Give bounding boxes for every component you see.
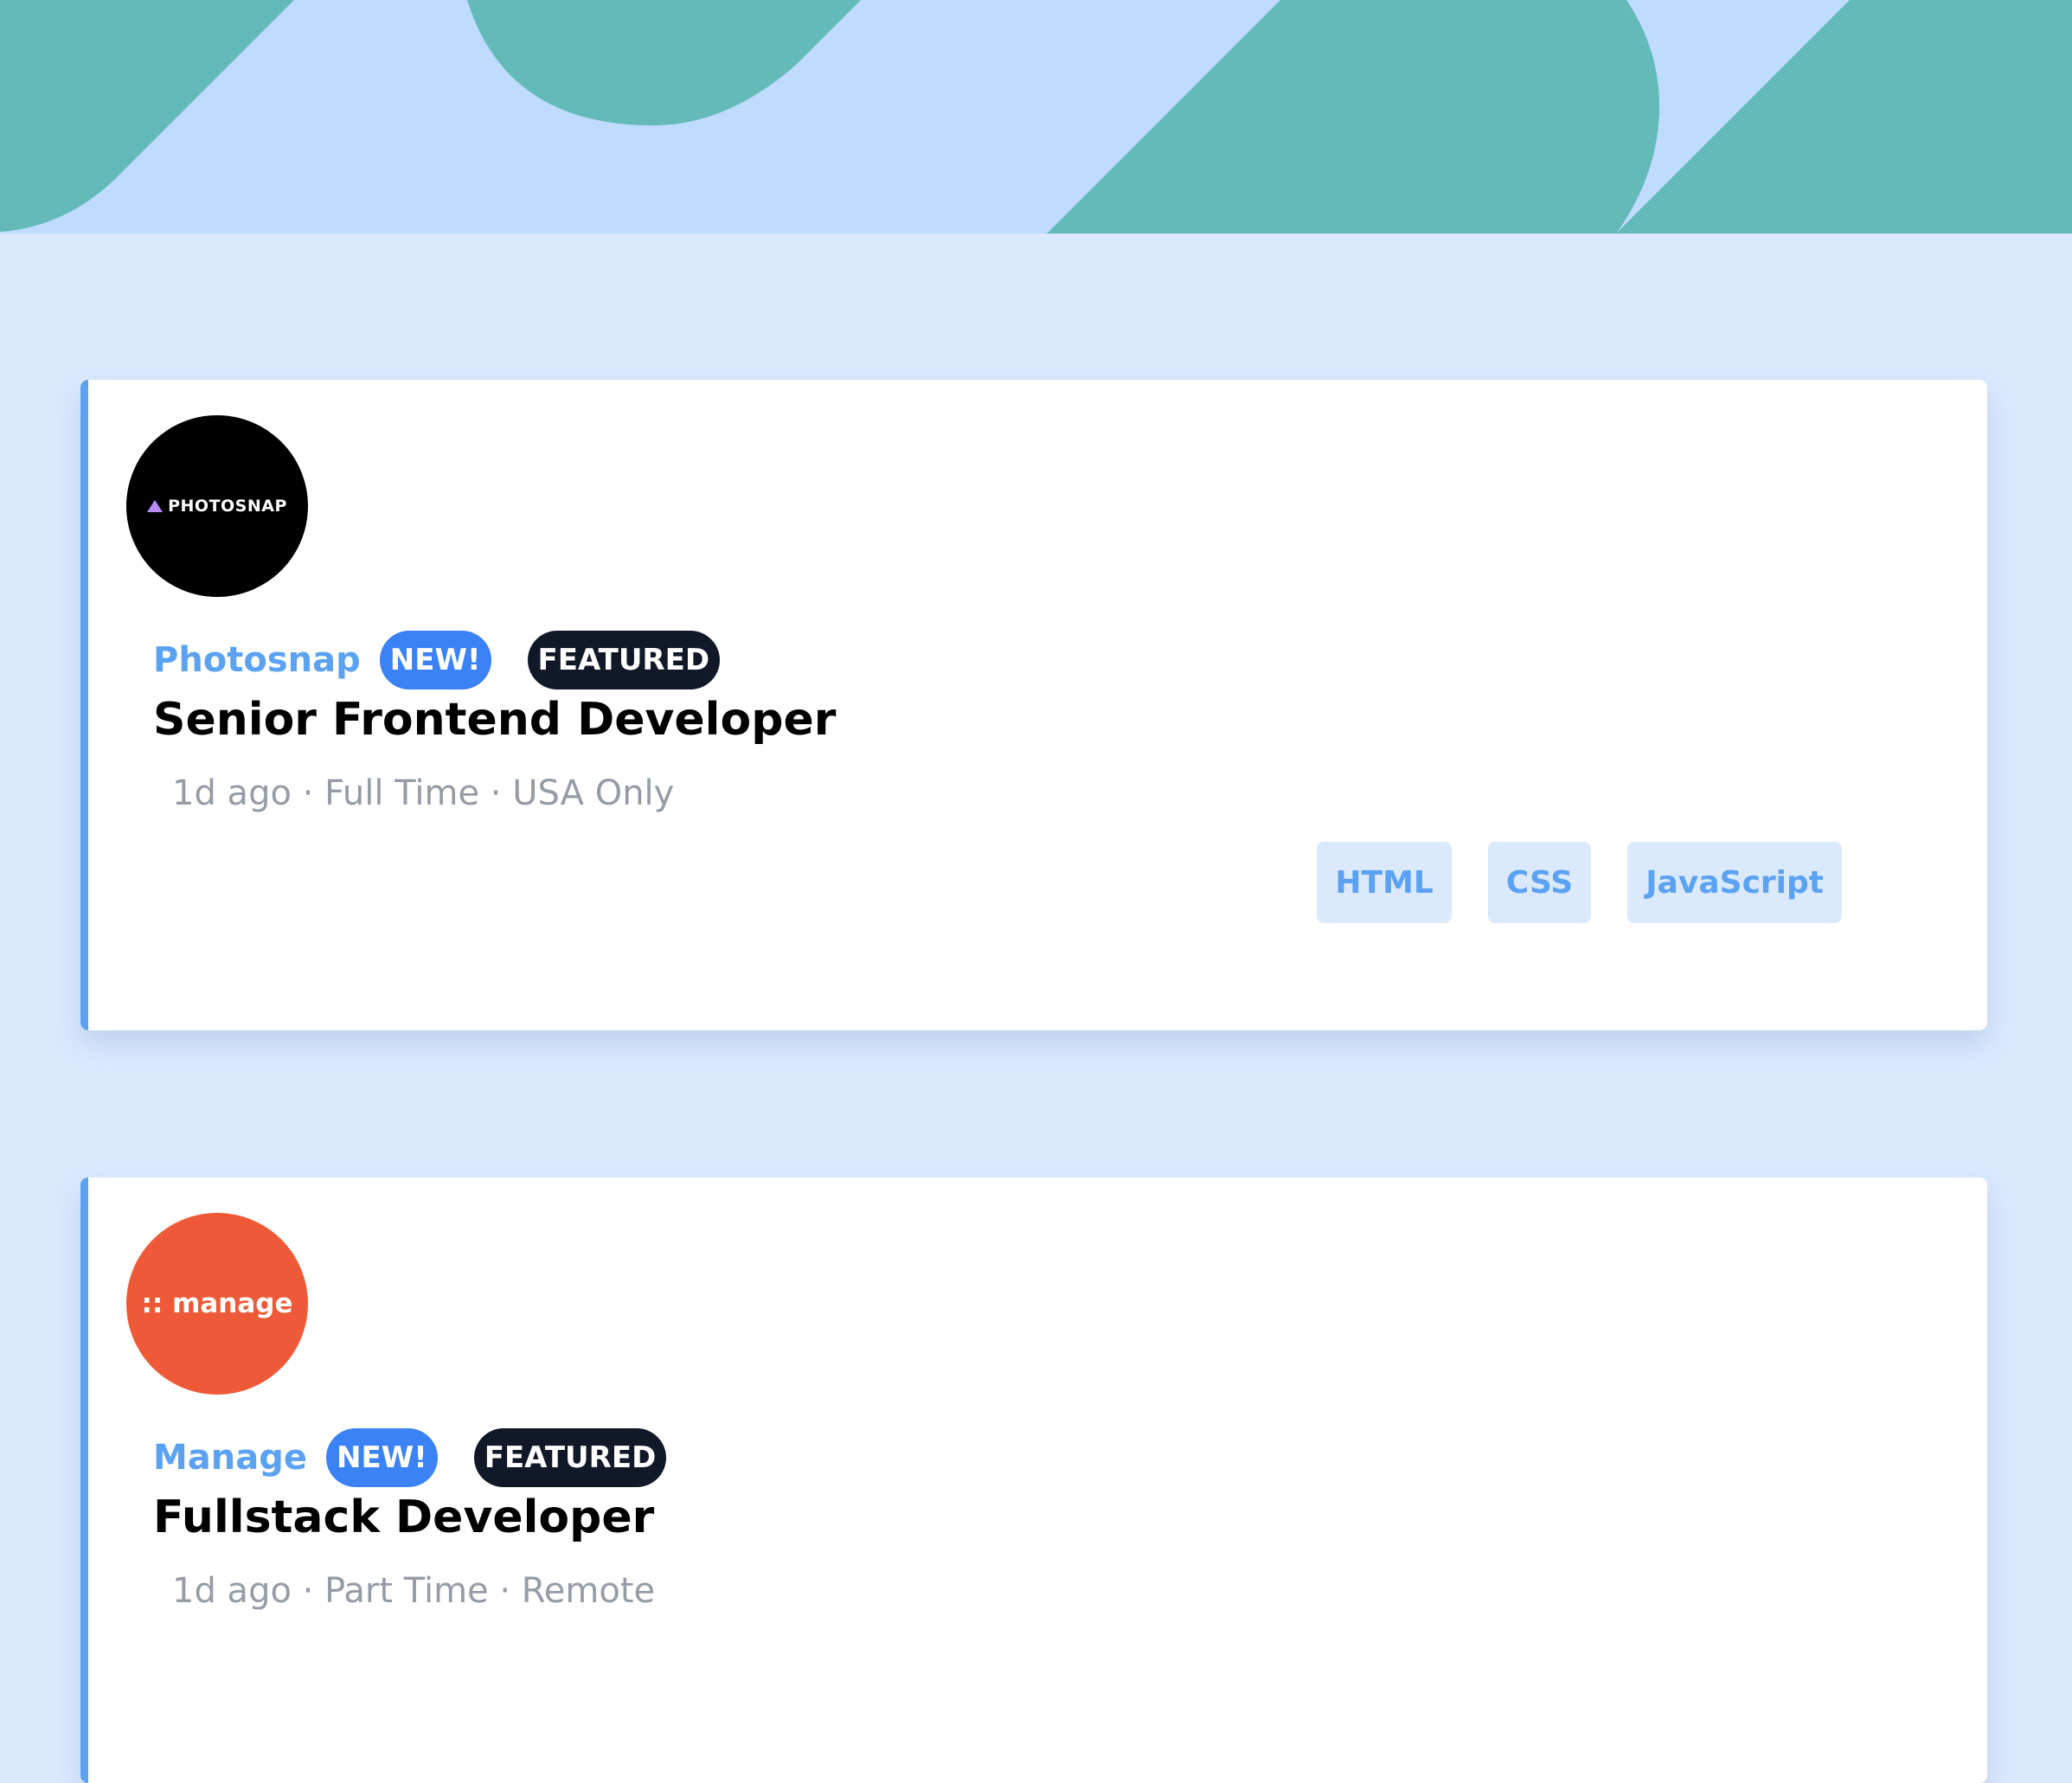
- job-card-manage[interactable]: :: manage Manage NEW! FEATURED Fullstack…: [80, 1177, 1987, 1783]
- company-name[interactable]: Manage: [153, 1438, 307, 1478]
- company-name[interactable]: Photosnap: [153, 640, 361, 680]
- tag-css[interactable]: CSS: [1487, 842, 1592, 923]
- new-badge: NEW!: [379, 631, 491, 689]
- triangle-icon: [147, 500, 164, 512]
- company-row: Photosnap NEW! FEATURED: [153, 630, 721, 690]
- tag-javascript[interactable]: JavaScript: [1627, 842, 1842, 923]
- job-title[interactable]: Fullstack Developer: [153, 1491, 654, 1543]
- logo-text: :: manage: [141, 1288, 293, 1319]
- logo-text: PHOTOSNAP: [168, 497, 287, 516]
- featured-badge: FEATURED: [473, 1428, 667, 1487]
- company-logo: :: manage: [126, 1213, 308, 1395]
- job-meta: 1d ago · Full Time · USA Only: [172, 773, 675, 813]
- tag-list: HTML CSS JavaScript: [1280, 842, 1842, 923]
- company-logo: PHOTOSNAP: [126, 415, 308, 597]
- job-title[interactable]: Senior Frontend Developer: [153, 694, 836, 746]
- featured-badge: FEATURED: [527, 631, 721, 689]
- new-badge: NEW!: [326, 1428, 438, 1487]
- company-row: Manage NEW! FEATURED: [153, 1427, 667, 1488]
- job-meta: 1d ago · Part Time · Remote: [172, 1571, 656, 1611]
- header-background: [0, 0, 2072, 234]
- tag-html[interactable]: HTML: [1317, 842, 1452, 923]
- job-card-photosnap[interactable]: PHOTOSNAP Photosnap NEW! FEATURED Senior…: [80, 380, 1987, 1030]
